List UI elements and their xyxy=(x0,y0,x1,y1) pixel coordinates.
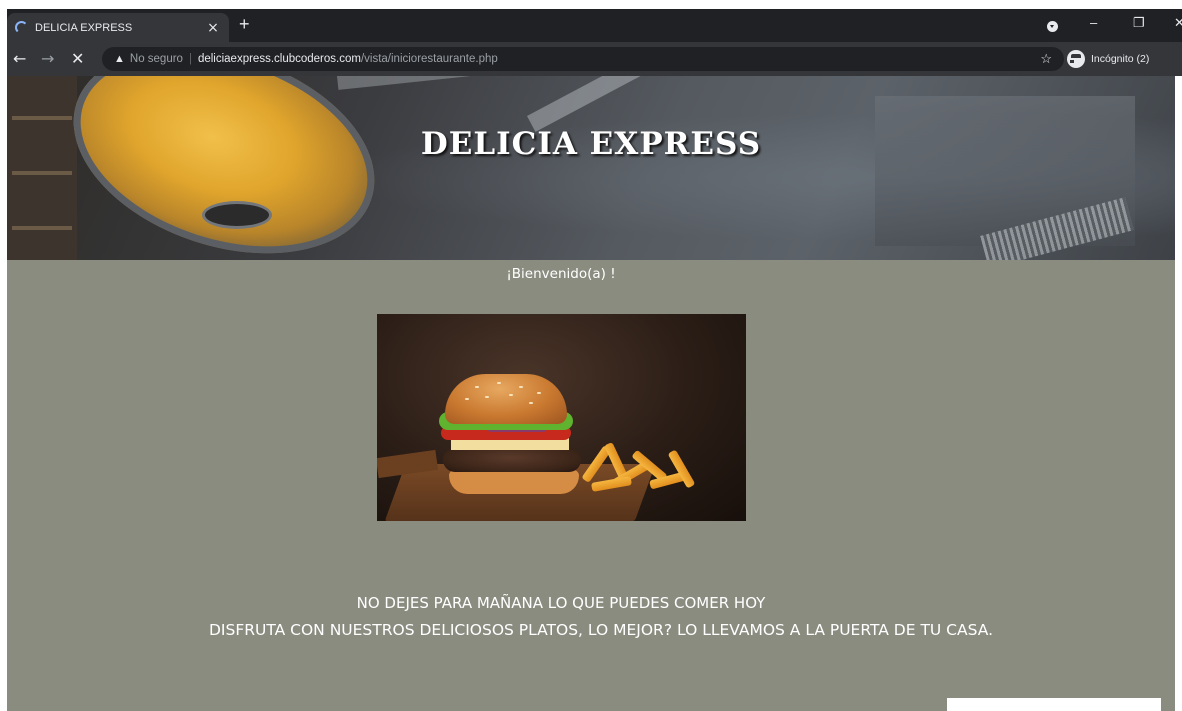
site-title: DELICIA EXPRESS xyxy=(420,126,762,162)
url-path: /vista/iniciorestaurante.php xyxy=(360,53,498,65)
ceiling-beam xyxy=(337,76,1035,90)
tagline-line-2: DISFRUTA CON NUESTROS DELICIOSOS PLATOS,… xyxy=(208,621,993,639)
header-banner: DELICIA EXPRESS xyxy=(7,76,1175,260)
tagline-line-1: NO DEJES PARA MAÑANA LO QUE PUEDES COMER… xyxy=(356,594,766,612)
lamp-bulb xyxy=(202,201,272,229)
top-bun xyxy=(445,374,567,424)
ceiling-beam xyxy=(527,76,907,132)
browser-titlebar: DELICIA EXPRESS × + – ❐ ✕ xyxy=(7,9,1182,42)
back-button[interactable]: ← xyxy=(13,49,26,68)
stop-loading-button[interactable]: ✕ xyxy=(71,49,84,68)
address-separator: | xyxy=(188,53,192,65)
page-content: DELICIA EXPRESS ¡Bienvenido(a) ! NO DEJE… xyxy=(7,76,1175,711)
shelf-board xyxy=(12,226,72,230)
browser-tab[interactable]: DELICIA EXPRESS × xyxy=(7,13,229,42)
tab-search-icon[interactable] xyxy=(1047,21,1058,32)
address-bar[interactable]: ▲ No seguro | deliciaexpress.clubcoderos… xyxy=(102,47,1064,71)
bookshelf xyxy=(7,76,77,260)
burger-patty xyxy=(443,448,581,472)
shelf-board xyxy=(12,171,72,175)
welcome-message: ¡Bienvenido(a) ! xyxy=(506,266,616,282)
footer-panel xyxy=(947,698,1161,711)
burger-fries-image xyxy=(377,314,746,521)
shelf-board xyxy=(12,116,72,120)
incognito-icon xyxy=(1067,50,1090,68)
minimize-button[interactable]: – xyxy=(1090,15,1097,30)
restore-button[interactable]: ❐ xyxy=(1133,15,1145,31)
warning-icon[interactable]: ▲ xyxy=(114,53,125,65)
loading-spinner-icon xyxy=(15,21,28,34)
security-label[interactable]: No seguro xyxy=(130,53,183,65)
close-window-button[interactable]: ✕ xyxy=(1174,15,1182,31)
pendant-lamp xyxy=(47,76,401,260)
incognito-profile-button[interactable]: Incógnito (2) xyxy=(1067,48,1149,70)
tab-close-icon[interactable]: × xyxy=(205,20,221,36)
browser-toolbar: ← → ✕ ▲ No seguro | deliciaexpress.clubc… xyxy=(7,42,1182,76)
tab-title: DELICIA EXPRESS xyxy=(35,21,133,34)
incognito-label: Incógnito (2) xyxy=(1091,53,1150,65)
forward-button[interactable]: → xyxy=(41,49,54,68)
bookmark-star-icon[interactable]: ☆ xyxy=(1040,51,1052,67)
new-tab-button[interactable]: + xyxy=(239,14,250,35)
url-host: deliciaexpress.clubcoderos.com xyxy=(197,53,361,65)
bottom-bun xyxy=(449,470,579,494)
